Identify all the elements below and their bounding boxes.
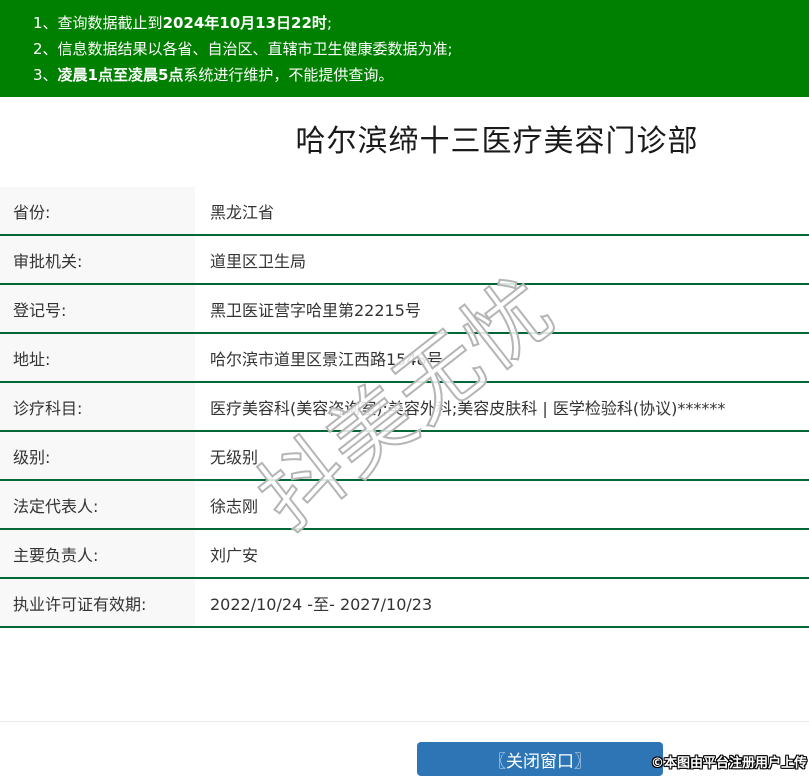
footer: 〖关闭窗口〗 ©本图由平台注册用户上传 xyxy=(0,721,809,776)
row-value: 黑龙江省 xyxy=(210,202,275,222)
notice-number: 2、 xyxy=(33,40,58,58)
row-label: 级别: xyxy=(0,432,195,479)
row-label: 执业许可证有效期: xyxy=(0,579,195,626)
row-label: 审批机关: xyxy=(0,236,195,283)
row-value: 刘广安 xyxy=(210,545,259,565)
row-label: 法定代表人: xyxy=(0,481,195,528)
row-value: 无级别 xyxy=(210,447,259,467)
notice-bold-text: 凌晨1点至凌晨5点 xyxy=(57,66,184,84)
table-row-province: 省份: 黑龙江省 xyxy=(0,187,809,236)
table-row-legal-representative: 法定代表人: 徐志刚 xyxy=(0,481,809,530)
notice-line-3: 3、凌晨1点至凌晨5点系统进行维护，不能提供查询。 xyxy=(33,62,809,88)
notice-line-1: 1、查询数据截止到2024年10月13日22时; xyxy=(33,10,809,36)
notice-line-2: 2、信息数据结果以各省、自治区、直辖市卫生健康委数据为准; xyxy=(33,36,809,62)
close-window-button[interactable]: 〖关闭窗口〗 xyxy=(417,742,663,776)
table-row-approval-authority: 审批机关: 道里区卫生局 xyxy=(0,236,809,285)
page-title: 哈尔滨缔十三医疗美容门诊部 xyxy=(295,124,699,159)
table-row-main-person-in-charge: 主要负责人: 刘广安 xyxy=(0,530,809,579)
notice-number: 3、 xyxy=(33,66,58,84)
row-value: 黑卫医证营字哈里第22215号 xyxy=(210,300,421,320)
copyright-note: ©本图由平台注册用户上传 xyxy=(650,756,807,771)
row-label: 主要负责人: xyxy=(0,530,195,577)
notice-text: ; xyxy=(326,14,332,32)
row-label: 登记号: xyxy=(0,285,195,332)
row-label: 省份: xyxy=(0,187,195,234)
notice-banner: 1、查询数据截止到2024年10月13日22时; 2、信息数据结果以各省、自治区… xyxy=(0,0,809,97)
row-value: 道里区卫生局 xyxy=(210,251,307,271)
row-value: 哈尔滨市道里区景江西路1548号 xyxy=(210,349,443,369)
notice-text: 信息数据结果以各省、自治区、直辖市卫生健康委数据为准; xyxy=(57,40,453,58)
notice-number: 1、 xyxy=(33,14,58,32)
table-row-license-validity: 执业许可证有效期: 2022/10/24 -至- 2027/10/23 xyxy=(0,579,809,628)
row-value: 医疗美容科(美容咨询室);美容外科;美容皮肤科 | 医学检验科(协议)*****… xyxy=(210,398,726,418)
notice-bold-text: 2024年10月13日22时 xyxy=(162,14,327,32)
row-label: 诊疗科目: xyxy=(0,383,195,430)
table-row-address: 地址: 哈尔滨市道里区景江西路1548号 xyxy=(0,334,809,383)
table-row-medical-subjects: 诊疗科目: 医疗美容科(美容咨询室);美容外科;美容皮肤科 | 医学检验科(协议… xyxy=(0,383,809,432)
row-value: 2022/10/24 -至- 2027/10/23 xyxy=(210,594,433,614)
row-value: 徐志刚 xyxy=(210,496,259,516)
table-row-registration-number: 登记号: 黑卫医证营字哈里第22215号 xyxy=(0,285,809,334)
table-row-level: 级别: 无级别 xyxy=(0,432,809,481)
notice-text: 查询数据截止到 xyxy=(57,14,163,32)
row-label: 地址: xyxy=(0,334,195,381)
notice-text: 系统进行维护，不能提供查询。 xyxy=(183,66,394,84)
institution-info-table: 省份: 黑龙江省 审批机关: 道里区卫生局 登记号: 黑卫医证营字哈里第2221… xyxy=(0,187,809,628)
